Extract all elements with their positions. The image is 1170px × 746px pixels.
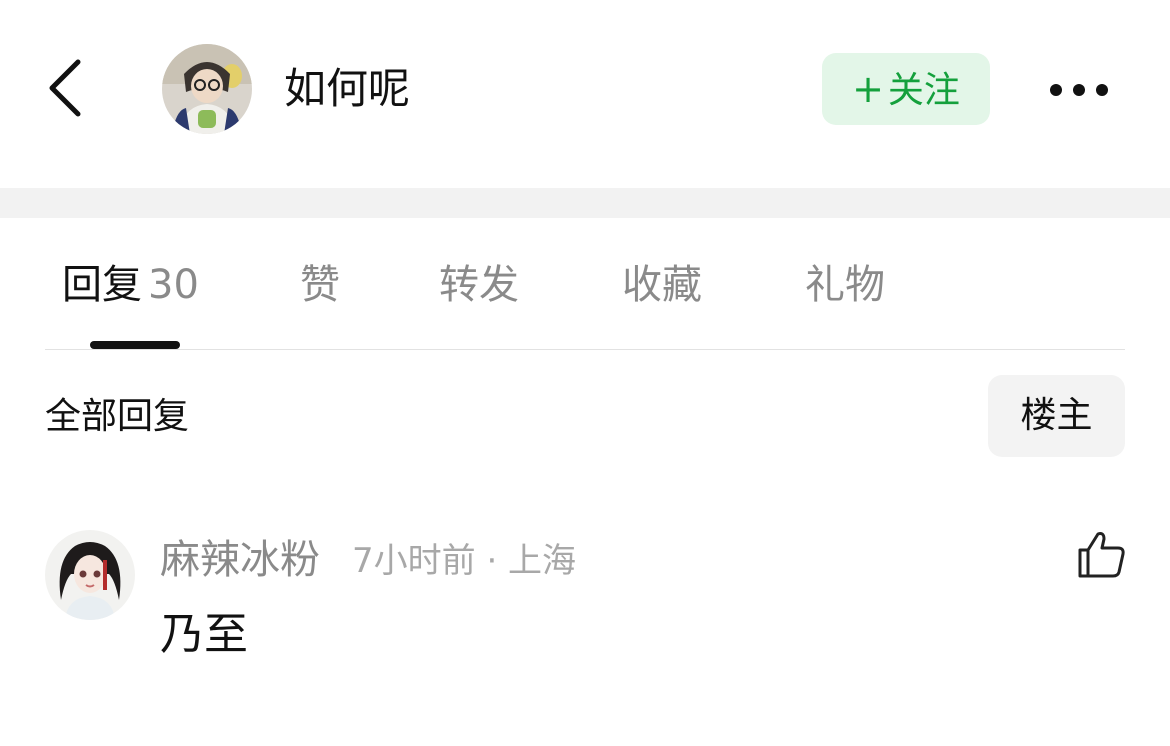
tab-reposts[interactable]: 转发 [439,258,519,312]
section-divider [0,188,1170,218]
avatar-image [45,530,135,620]
tab-replies-count: 30 [148,262,199,308]
active-tab-indicator [90,341,180,349]
follow-label: 关注 [887,70,960,111]
more-options-button[interactable] [1046,72,1118,108]
tab-favorites[interactable]: 收藏 [622,258,702,312]
follow-button[interactable]: + 关注 [822,53,990,125]
like-button[interactable] [1076,528,1128,580]
tab-likes[interactable]: 赞 [300,258,340,312]
tab-underline [45,349,1125,350]
tab-replies[interactable]: 回复 30 [62,258,199,312]
comment-item: 麻辣冰粉 7小时前 · 上海 乃至 [0,520,1170,680]
plus-icon: + [852,67,884,111]
back-arrow-icon [49,59,81,117]
top-bar: 如何呢 + 关注 [0,0,1170,188]
author-name[interactable]: 如何呢 [284,62,410,116]
tab-gifts[interactable]: 礼物 [805,258,885,312]
avatar-image [162,44,252,134]
thumbs-up-icon [1078,532,1125,578]
comment-text[interactable]: 乃至 [160,606,248,664]
more-dots-icon [1050,84,1108,96]
op-filter-button[interactable]: 楼主 [988,375,1125,457]
tab-replies-label: 回复 [62,262,142,308]
comment-meta: 7小时前 · 上海 [352,541,577,581]
tab-bar: 回复 30 赞 转发 收藏 礼物 [0,218,1170,350]
author-avatar[interactable] [162,44,252,134]
commenter-avatar[interactable] [45,530,135,620]
commenter-name[interactable]: 麻辣冰粉 [160,534,320,586]
back-button[interactable] [40,52,96,124]
section-title: 全部回复 [45,396,190,437]
